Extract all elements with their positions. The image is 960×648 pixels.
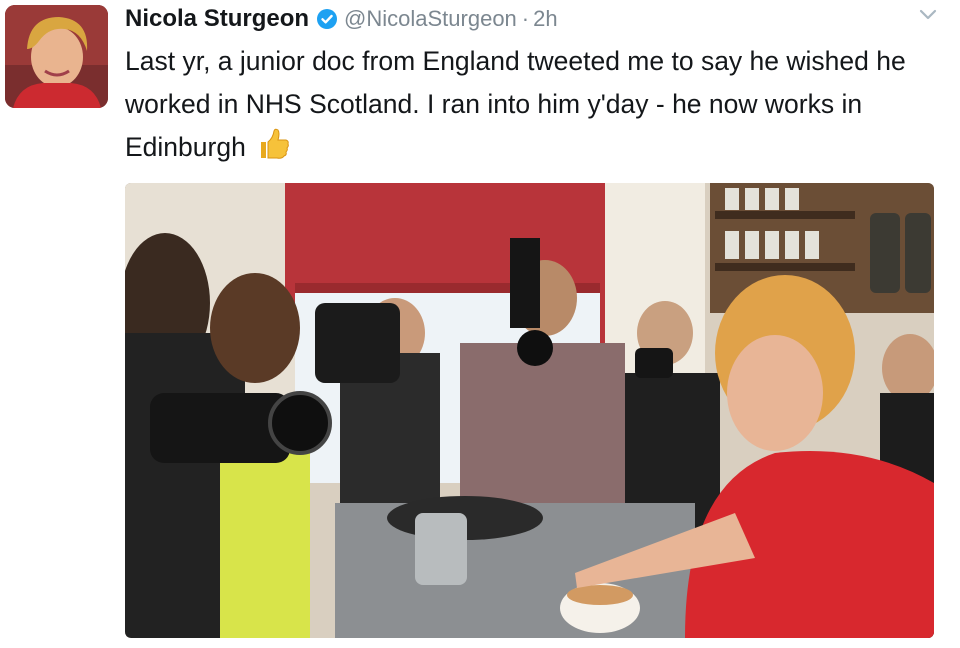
author-display-name[interactable]: Nicola Sturgeon xyxy=(125,5,309,33)
separator-dot: · xyxy=(521,6,530,31)
thumbs-up-icon xyxy=(257,128,291,175)
tweet-text: Last yr, a junior doc from England tweet… xyxy=(125,40,925,175)
tweet-header: Nicola Sturgeon @NicolaSturgeon · 2h xyxy=(125,0,558,38)
chevron-down-icon[interactable] xyxy=(918,8,938,27)
tweet-timestamp[interactable]: 2h xyxy=(533,6,557,32)
verified-badge-icon xyxy=(316,8,338,30)
tweet-body: Last yr, a junior doc from England tweet… xyxy=(125,46,906,162)
author-handle[interactable]: @NicolaSturgeon xyxy=(344,6,517,32)
author-avatar[interactable] xyxy=(5,5,108,108)
tweet-photo[interactable] xyxy=(125,183,934,638)
tweet[interactable]: Nicola Sturgeon @NicolaSturgeon · 2h Las… xyxy=(0,0,960,648)
